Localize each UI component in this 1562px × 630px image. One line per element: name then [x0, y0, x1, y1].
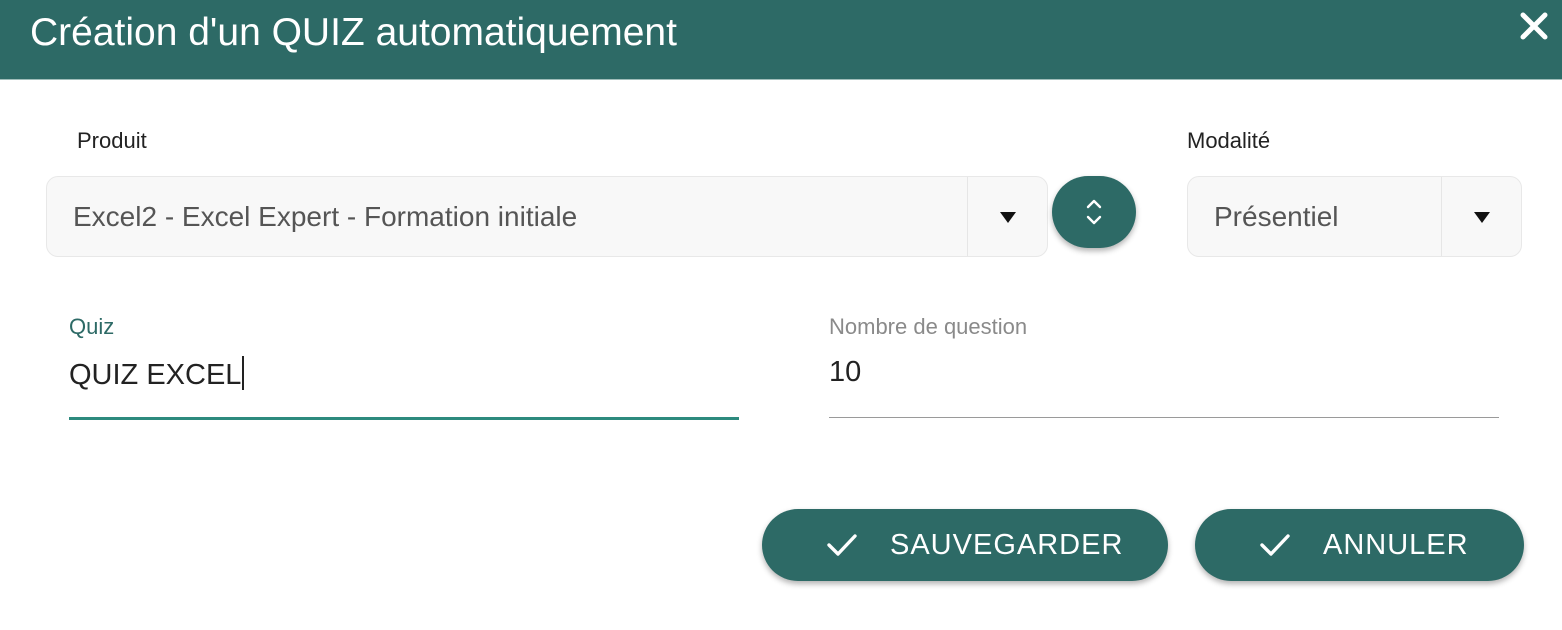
dialog-title: Création d'un QUIZ automatiquement [30, 11, 677, 54]
modalite-label: Modalité [1187, 128, 1271, 153]
quiz-field-label: Quiz [69, 314, 115, 339]
nombre-question-value: 10 [829, 356, 862, 388]
close-button[interactable] [1514, 8, 1554, 48]
modalite-select[interactable]: Présentiel [1187, 176, 1522, 257]
produit-selected-value: Excel2 - Excel Expert - Formation initia… [73, 200, 578, 232]
caret-down-icon [1000, 211, 1016, 223]
modalite-selected-value: Présentiel [1214, 200, 1339, 232]
dialog-header: Création d'un QUIZ automatiquement [0, 0, 1562, 80]
nombre-question-underline [829, 417, 1499, 418]
chevron-up-down-icon [1086, 199, 1102, 225]
cancel-button[interactable]: ANNULER [1195, 509, 1524, 581]
produit-label: Produit [77, 128, 147, 153]
modalite-dropdown-toggle[interactable] [1442, 177, 1522, 256]
produit-dropdown-toggle[interactable] [968, 177, 1048, 256]
produit-select[interactable]: Excel2 - Excel Expert - Formation initia… [46, 176, 1048, 257]
check-icon [1260, 534, 1290, 556]
close-icon [1520, 12, 1548, 40]
save-button-label: SAUVEGARDER [890, 529, 1124, 561]
nombre-question-input[interactable]: 10 [829, 356, 1499, 396]
quiz-field-underline [69, 417, 739, 420]
cancel-button-label: ANNULER [1323, 529, 1469, 561]
text-caret [242, 356, 245, 390]
nombre-question-label: Nombre de question [829, 314, 1028, 339]
save-button[interactable]: SAUVEGARDER [762, 509, 1168, 581]
quiz-input[interactable]: QUIZ EXCEL [69, 356, 739, 396]
check-icon [827, 534, 857, 556]
caret-down-icon [1474, 211, 1490, 223]
quiz-input-value: QUIZ EXCEL [69, 359, 242, 391]
quiz-creation-dialog: Création d'un QUIZ automatiquement Produ… [0, 0, 1562, 630]
sort-toggle-button[interactable] [1052, 176, 1136, 248]
